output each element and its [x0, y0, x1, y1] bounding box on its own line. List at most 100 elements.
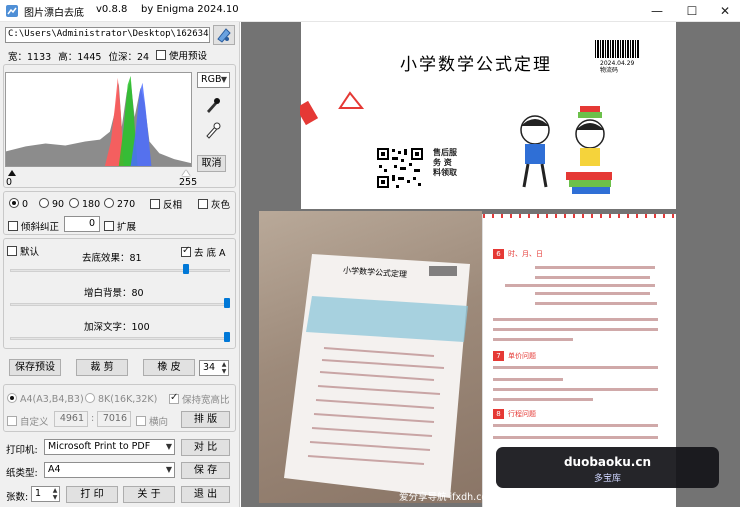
landscape-label: 横向	[149, 417, 169, 428]
custom-size-label: 自定义	[20, 417, 49, 428]
save-button[interactable]: 保 存	[181, 462, 230, 479]
text-line	[493, 424, 658, 427]
bg-removal-slider[interactable]	[10, 269, 230, 272]
channel-value: RGB	[201, 74, 222, 85]
app-author: by Enigma 2024.10	[141, 4, 239, 15]
keep-ratio-checkbox[interactable]: 保持宽高比	[169, 392, 230, 406]
custom-width-field[interactable]: 4961	[54, 411, 88, 427]
remove-bg-checkbox[interactable]: 去 底 A	[181, 245, 226, 259]
layout-button[interactable]: 排 版	[181, 411, 230, 428]
section-6-badge: 6	[493, 249, 504, 259]
maximize-button[interactable]: ☐	[677, 0, 707, 22]
bg-removal-slider-thumb[interactable]	[183, 264, 190, 274]
custom-size-checkbox[interactable]: 自定义	[7, 414, 49, 428]
text-line	[535, 276, 650, 279]
rotate-180-dot[interactable]	[69, 198, 79, 208]
default-box[interactable]	[7, 246, 17, 256]
a4-dot[interactable]	[7, 393, 17, 403]
section-8-title: 行程问题	[508, 410, 536, 418]
text-line	[493, 398, 593, 401]
deskew-angle-field[interactable]: 0	[64, 216, 100, 232]
spin-arrows-icon[interactable]: ▲ ▼	[51, 487, 59, 501]
white-eyedropper-icon[interactable]	[201, 120, 223, 140]
width-value: 1133	[27, 52, 52, 63]
deskew-box[interactable]	[8, 221, 18, 231]
remove-bg-box[interactable]	[181, 245, 191, 257]
invert-checkbox[interactable]: 反相	[150, 197, 182, 211]
expand-box[interactable]	[104, 221, 114, 231]
white-point-handle[interactable]	[182, 170, 190, 176]
darken-slider-thumb[interactable]	[224, 332, 230, 342]
compare-button[interactable]: 对 比	[181, 439, 230, 456]
qr-caption: 售后服务 资料领取	[433, 148, 457, 177]
site-name: 多宝库	[593, 474, 621, 484]
print-button[interactable]: 打 印	[66, 486, 118, 503]
open-file-icon[interactable]	[213, 25, 235, 45]
file-path-field[interactable]: C:\Users\Administrator\Desktop\162634cuw…	[5, 27, 210, 43]
app-version: v0.8.8	[96, 4, 128, 15]
copies-stepper[interactable]: 1 ▲ ▼	[31, 486, 60, 502]
whiten-slider-thumb[interactable]	[224, 298, 230, 308]
chevron-down-icon: ▼	[165, 465, 172, 474]
text-line	[493, 388, 658, 391]
use-preset-checkbox[interactable]: 使用预设	[156, 48, 207, 62]
custom-size-box[interactable]	[7, 416, 17, 426]
white-point-value: 255	[179, 177, 198, 188]
crop-button[interactable]: 裁 剪	[76, 359, 128, 376]
default-checkbox[interactable]: 默认	[7, 244, 39, 258]
keep-ratio-box[interactable]	[169, 392, 179, 404]
text-line	[535, 292, 650, 295]
deskew-checkbox[interactable]: 倾斜纠正	[8, 219, 59, 233]
expand-checkbox[interactable]: 扩展	[104, 219, 136, 233]
spin-arrows-icon[interactable]: ▲ ▼	[220, 361, 228, 375]
landscape-checkbox[interactable]: 横向	[136, 414, 168, 428]
title-bar: 图片漂白去底 v0.8.8 by Enigma 2024.10 — ☐ ✕	[0, 0, 740, 22]
bg-removal-label-row: 去底效果：81	[82, 250, 142, 264]
chevron-down-icon: ▼	[220, 75, 227, 84]
8k-dot[interactable]	[85, 393, 95, 403]
rotate-90-dot[interactable]	[39, 198, 49, 208]
page-top-border	[483, 214, 676, 218]
ruler-triangle-drawing	[300, 91, 365, 126]
minimize-button[interactable]: —	[642, 0, 672, 22]
8k-radio[interactable]: 8K(16K,32K)	[85, 393, 157, 405]
text-line	[493, 338, 573, 341]
rotate-270-radio[interactable]: 270	[104, 198, 135, 210]
gray-checkbox[interactable]: 灰色	[198, 197, 230, 211]
rotate-90-radio[interactable]: 90	[39, 198, 64, 210]
landscape-box[interactable]	[136, 416, 146, 426]
close-button[interactable]: ✕	[710, 0, 740, 22]
invert-box[interactable]	[150, 199, 160, 209]
rotate-0-dot[interactable]	[9, 198, 19, 208]
gray-box[interactable]	[198, 199, 208, 209]
darken-slider[interactable]	[10, 337, 230, 340]
doc-title: 小学数学公式定理	[400, 55, 552, 75]
about-button[interactable]: 关 于	[123, 486, 175, 503]
rotate-180-radio[interactable]: 180	[69, 198, 100, 210]
darken-label-row: 加深文字：100	[84, 319, 150, 333]
height-label: 高：	[58, 52, 78, 63]
channel-select[interactable]: RGB ▼	[197, 72, 230, 88]
whiten-label-row: 增白背景：80	[84, 285, 144, 299]
book-photo-page	[284, 254, 470, 498]
a4-radio[interactable]: A4(A3,B4,B3)	[7, 393, 84, 405]
black-point-handle[interactable]	[8, 170, 16, 176]
use-preset-box[interactable]	[156, 50, 166, 60]
text-line	[493, 366, 658, 369]
printer-value: Microsoft Print to PDF	[48, 441, 151, 452]
rotate-270-dot[interactable]	[104, 198, 114, 208]
eraser-button[interactable]: 橡 皮	[143, 359, 195, 376]
exit-button[interactable]: 退 出	[181, 486, 230, 503]
save-preset-button[interactable]: 保存预设	[9, 359, 61, 376]
text-line	[535, 302, 657, 305]
paper-type-select[interactable]: A4 ▼	[44, 462, 175, 478]
custom-height-field[interactable]: 7016	[97, 411, 131, 427]
whiten-slider[interactable]	[10, 303, 230, 306]
rotate-0-radio[interactable]: 0	[9, 198, 28, 210]
printer-select[interactable]: Microsoft Print to PDF ▼	[44, 439, 175, 455]
black-eyedropper-icon[interactable]	[201, 95, 223, 115]
cancel-button[interactable]: 取消	[197, 155, 226, 172]
rotate-270-label: 270	[117, 199, 136, 210]
bg-removal-value: 81	[129, 253, 142, 264]
eraser-size-stepper[interactable]: 34 ▲ ▼	[199, 360, 229, 376]
